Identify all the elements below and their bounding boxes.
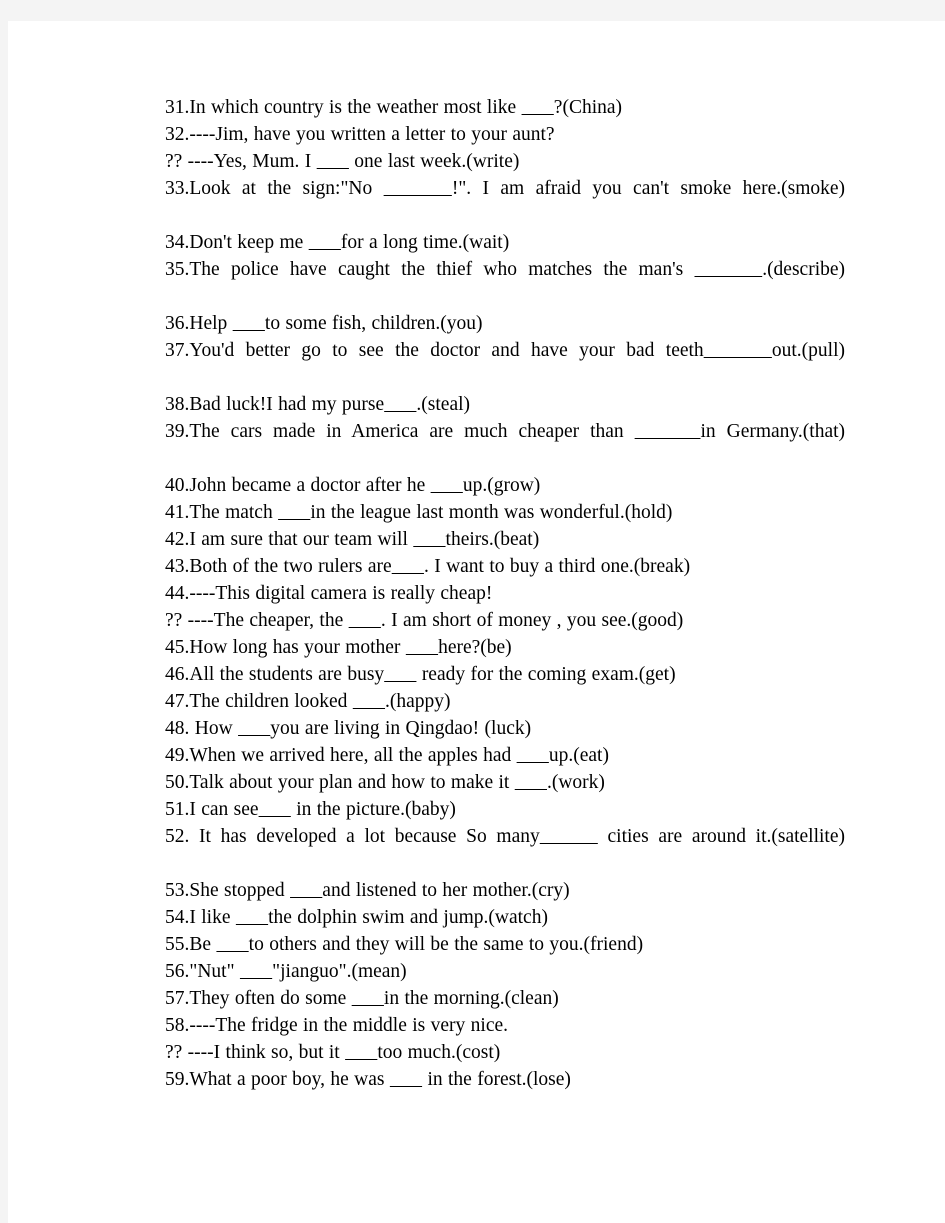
answer-blank (406, 637, 438, 658)
answer-blank (259, 799, 291, 820)
exercise-line: 38.Bad luck!I had my purse .(steal) (165, 394, 471, 415)
answer-blank (349, 610, 381, 631)
exercise-line: 54.I like the dolphin swim and jump.(wat… (165, 907, 548, 928)
answer-blank (278, 502, 310, 523)
exercise-line: 45.How long has your mother here?(be) (165, 637, 512, 658)
answer-blank (240, 961, 272, 982)
answer-blank (522, 97, 554, 118)
exercise-line: 32.----Jim, have you written a letter to… (165, 124, 555, 145)
exercise-line: 40.John became a doctor after he up.(gro… (165, 475, 541, 496)
exercise-line: 35.The police have caught the thief who … (165, 259, 846, 280)
answer-blank (238, 718, 270, 739)
answer-blank (233, 313, 265, 334)
answer-blank (540, 826, 598, 847)
exercise-line: 49.When we arrived here, all the apples … (165, 745, 609, 766)
exercise-line: 42.I am sure that our team will theirs.(… (165, 529, 540, 550)
exercise-line: 37.You'd better go to see the doctor and… (165, 340, 846, 361)
exercise-line: 51.I can see in the picture.(baby) (165, 799, 456, 820)
answer-blank (290, 880, 322, 901)
answer-blank (236, 907, 268, 928)
exercise-line: 31.In which country is the weather most … (165, 97, 623, 118)
document-page: 31.In which country is the weather most … (8, 21, 945, 1223)
answer-blank (345, 1042, 377, 1063)
exercise-line: ?? ----The cheaper, the . I am short of … (165, 610, 684, 631)
exercise-line: 36.Help to some fish, children.(you) (165, 313, 483, 334)
exercise-line: 44.----This digital camera is really che… (165, 583, 493, 604)
answer-blank (216, 934, 248, 955)
answer-blank (694, 259, 762, 280)
exercise-line: 46.All the students are busy ready for t… (165, 664, 676, 685)
exercise-line: 50.Talk about your plan and how to make … (165, 772, 605, 793)
answer-blank (431, 475, 463, 496)
exercise-line: 48. How you are living in Qingdao! (luck… (165, 718, 532, 739)
answer-blank (384, 664, 416, 685)
answer-blank (704, 340, 772, 361)
answer-blank (353, 691, 385, 712)
exercise-line: 47.The children looked .(happy) (165, 691, 451, 712)
answer-blank (317, 151, 349, 172)
answer-blank (635, 421, 701, 442)
answer-blank (517, 745, 549, 766)
answer-blank (413, 529, 445, 550)
exercise-line: 59.What a poor boy, he was in the forest… (165, 1069, 571, 1090)
exercise-line: 58.----The fridge in the middle is very … (165, 1015, 509, 1036)
answer-blank (352, 988, 384, 1009)
exercise-line: ?? ----Yes, Mum. I one last week.(write) (165, 151, 520, 172)
answer-blank (384, 394, 416, 415)
answer-blank (384, 178, 452, 199)
exercise-line: 52. It has developed a lot because So ma… (165, 826, 845, 847)
exercise-line: 56."Nut" "jianguo".(mean) (165, 961, 407, 982)
document-body: 31.In which country is the weather most … (133, 94, 845, 1093)
answer-blank (515, 772, 547, 793)
answer-blank (392, 556, 424, 577)
exercise-line: 39.The cars made in America are much che… (165, 421, 846, 442)
answer-blank (390, 1069, 422, 1090)
exercise-line: 33.Look at the sign:"No !". I am afraid … (165, 178, 846, 199)
answer-blank (309, 232, 341, 253)
exercise-line: 57.They often do some in the morning.(cl… (165, 988, 559, 1009)
exercise-line: 53.She stopped and listened to her mothe… (165, 880, 570, 901)
exercise-line: ?? ----I think so, but it too much.(cost… (165, 1042, 501, 1063)
exercise-line: 41.The match in the league last month wa… (165, 502, 673, 523)
exercise-line: 43.Both of the two rulers are . I want t… (165, 556, 691, 577)
exercise-line: 55.Be to others and they will be the sam… (165, 934, 644, 955)
exercise-line: 34.Don't keep me for a long time.(wait) (165, 232, 510, 253)
